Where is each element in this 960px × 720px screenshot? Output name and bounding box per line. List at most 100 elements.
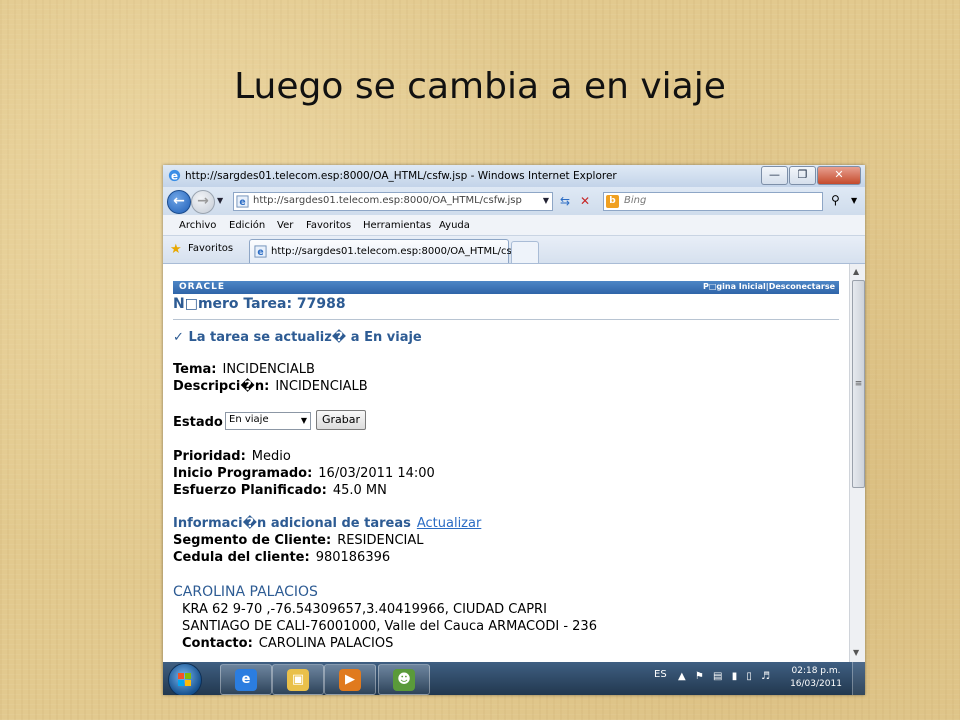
address-text: http://sargdes01.telecom.esp:8000/OA_HTM… [253,195,522,206]
menu-archivo[interactable]: Archivo [179,220,216,231]
navigation-bar: ← → ▼ e http://sargdes01.telecom.esp:800… [163,187,865,215]
ie-logo-icon: e [168,169,181,182]
esfuerzo-label: Esfuerzo Planificado: [173,483,327,498]
address-line-1: KRA 62 9-70 ,-76.54309657,3.40419966, CI… [182,602,547,617]
chevron-down-icon: ▼ [300,416,307,425]
language-indicator[interactable]: ES [654,669,667,680]
taskbar-media-player[interactable]: ▶ [324,664,376,695]
scroll-thumb[interactable]: ≡ [852,280,865,488]
prioridad-label: Prioridad: [173,449,246,464]
volume-icon[interactable]: ♬ [761,671,770,682]
menu-edicion[interactable]: Edición [229,220,265,231]
address-dropdown-icon[interactable]: ▼ [543,196,549,205]
cedula-row: Cedula del cliente: 980186396 [173,550,390,565]
new-tab-button[interactable] [511,241,539,263]
contacto-row: Contacto: CAROLINA PALACIOS [182,636,393,651]
oracle-header-bar: ORACLE P□gina Inicial|Desconectarse [173,281,839,294]
window-titlebar: e http://sargdes01.telecom.esp:8000/OA_H… [163,165,865,187]
tab-page-icon: e [254,245,267,258]
oracle-logo: ORACLE [179,282,226,292]
screenshot-window: e http://sargdes01.telecom.esp:8000/OA_H… [163,165,865,695]
users-icon: ☻ [393,669,415,691]
slide-title: Luego se cambia a en viaje [234,66,726,107]
media-player-icon: ▶ [339,669,361,691]
tray-expand-icon[interactable]: ▲ [678,671,686,682]
inicio-value: 16/03/2011 14:00 [318,466,435,481]
svg-text:e: e [171,170,178,182]
menu-herramientas[interactable]: Herramientas [363,220,431,231]
taskbar-ie[interactable]: e [220,664,272,695]
action-center-flag-icon[interactable]: ⚑ [695,671,704,682]
esfuerzo-value: 45.0 MN [332,483,387,498]
actualizar-link[interactable]: Actualizar [417,516,481,531]
svg-text:e: e [239,197,245,208]
scroll-down-icon[interactable]: ▼ [853,648,859,657]
segmento-label: Segmento de Cliente: [173,533,332,548]
inicio-label: Inicio Programado: [173,466,313,481]
start-button[interactable] [168,663,202,695]
segmento-row: Segmento de Cliente: RESIDENCIAL [173,533,424,548]
tema-label: Tema: [173,362,217,377]
svg-text:e: e [257,247,263,258]
vertical-scrollbar[interactable]: ▲ ≡ ▼ [849,264,865,662]
ie-taskbar-icon: e [235,669,257,691]
history-dropdown-icon[interactable]: ▼ [217,196,223,205]
clock-time: 02:18 p.m. [791,666,841,676]
estado-selected-value: En viaje [229,414,269,425]
show-desktop-button[interactable] [852,662,865,695]
folder-icon: ▣ [287,669,309,691]
close-button[interactable]: ✕ [817,166,861,185]
info-adicional-heading: Informaci�n adicional de tareas [173,516,411,531]
menu-bar: Archivo Edición Ver Favoritos Herramient… [163,215,865,236]
cedula-value: 980186396 [315,550,391,565]
system-tray-icons[interactable]: ▲ ⚑ ▤ ▮ ▯ ♬ [678,671,770,682]
prioridad-row: Prioridad: Medio [173,449,291,464]
prioridad-value: Medio [251,449,291,464]
page-heading: N□mero Tarea: 77988 [173,296,346,312]
device-icon[interactable]: ▯ [746,671,752,682]
menu-favoritos[interactable]: Favoritos [306,220,351,231]
menu-ver[interactable]: Ver [277,220,293,231]
compatibility-view-icon[interactable]: ⇆ [557,193,573,209]
tab-title: http://sargdes01.telecom.esp:8000/OA_HTM… [271,246,522,257]
info-adicional-row: Informaci�n adicional de tareas Actualiza… [173,516,481,531]
page-icon: e [236,195,249,208]
taskbar-explorer[interactable]: ▣ [272,664,324,695]
descripcion-value: INCIDENCIALB [275,379,368,394]
stop-icon[interactable]: ✕ [577,193,593,209]
contacto-label: Contacto: [182,636,253,651]
search-dropdown-icon[interactable]: ▼ [851,196,857,205]
browser-tab[interactable]: e http://sargdes01.telecom.esp:8000/OA_H… [249,239,521,263]
tema-row: Tema: INCIDENCIALB [173,362,315,377]
search-box[interactable]: b Bing [603,192,823,211]
minimize-button[interactable]: — [761,166,788,185]
cedula-label: Cedula del cliente: [173,550,310,565]
confirmation-text: La tarea se actualiz� a En viaje [188,330,422,345]
network-icon[interactable]: ▤ [713,671,722,682]
favorites-button[interactable]: Favoritos [188,243,233,254]
favorites-star-icon[interactable]: ★ [170,242,182,257]
confirmation-message: ✓ La tarea se actualiz� a En viaje [173,330,422,345]
divider [173,319,839,320]
taskbar-users-app[interactable]: ☻ [378,664,430,695]
scroll-up-icon[interactable]: ▲ [853,267,859,276]
battery-icon[interactable]: ▮ [732,671,738,682]
contacto-value: CAROLINA PALACIOS [258,636,394,651]
windows-logo-icon [178,673,191,686]
bing-icon: b [606,195,619,208]
segmento-value: RESIDENCIAL [337,533,424,548]
clock[interactable]: 02:18 p.m. 16/03/2011 [785,665,847,691]
menu-ayuda[interactable]: Ayuda [439,220,470,231]
search-icon[interactable]: ⚲ [831,193,840,207]
inicio-row: Inicio Programado: 16/03/2011 14:00 [173,466,435,481]
forward-button[interactable]: → [191,190,215,214]
address-bar[interactable]: e http://sargdes01.telecom.esp:8000/OA_H… [233,192,553,211]
restore-button[interactable]: ❐ [789,166,816,185]
clock-date: 16/03/2011 [790,679,842,689]
top-links[interactable]: P□gina Inicial|Desconectarse [703,282,835,291]
check-icon: ✓ [173,330,184,345]
grabar-button[interactable]: Grabar [316,410,366,430]
back-button[interactable]: ← [167,190,191,214]
descripcion-row: Descripci�n: INCIDENCIALB [173,379,368,394]
estado-select[interactable]: En viaje ▼ [225,412,311,430]
